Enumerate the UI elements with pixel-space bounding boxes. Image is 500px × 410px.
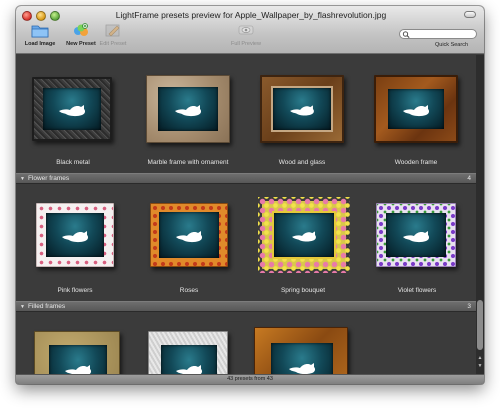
preset-label: Spring bouquet: [280, 287, 326, 294]
mouse-icon: [59, 105, 86, 117]
section-title: Flower frames: [27, 175, 70, 182]
violet-flowers-frame: [376, 203, 456, 267]
disclosure-triangle-icon[interactable]: ▼: [20, 302, 25, 312]
mouse-icon: [62, 231, 89, 243]
preset-label: Black metal: [56, 159, 90, 166]
status-bar: 43 presets from 43: [16, 374, 484, 384]
preset-label: Violet flowers: [397, 287, 437, 294]
mouse-icon: [176, 231, 203, 243]
filled-frame-3: [254, 327, 348, 374]
edit-preset-label: Edit Preset: [99, 41, 127, 47]
mouse-icon: [289, 363, 316, 374]
quick-search-field[interactable]: [399, 29, 477, 39]
title-bar: LightFrame presets preview for Apple_Wal…: [16, 6, 484, 54]
wood-and-glass-frame: [260, 75, 344, 143]
edit-preset-button[interactable]: Edit Preset: [90, 22, 136, 47]
pink-flowers-frame: [36, 203, 114, 267]
disclosure-triangle-icon[interactable]: ▼: [20, 174, 25, 184]
preset-label: Wood and glass: [278, 159, 326, 166]
mouse-icon: [175, 105, 202, 117]
quick-search-label: Quick Search: [434, 42, 468, 48]
roses-frame: [150, 203, 228, 267]
load-image-button[interactable]: Load Image: [17, 22, 63, 47]
vertical-scrollbar[interactable]: ▲ ▼: [476, 55, 484, 374]
section-count: 4: [467, 175, 471, 182]
minimize-icon[interactable]: [36, 11, 46, 21]
mouse-icon: [176, 365, 203, 374]
mouse-icon: [65, 365, 92, 374]
load-image-label: Load Image: [24, 41, 56, 47]
filled-frame-2: [148, 331, 228, 374]
scroll-down-arrow-icon[interactable]: ▼: [477, 363, 483, 369]
marble-frame: [146, 75, 230, 143]
presets-gallery: Black metal Marble frame with ornament W…: [16, 55, 476, 374]
window-title: LightFrame presets preview for Apple_Wal…: [115, 10, 387, 20]
spring-bouquet-frame: [258, 197, 350, 273]
new-preset-icon: [72, 22, 90, 38]
section-header-filled-frames[interactable]: ▼ Filled frames 3: [16, 301, 476, 312]
eye-icon: [237, 22, 255, 38]
section-header-flower-frames[interactable]: ▼ Flower frames 4: [16, 173, 476, 184]
mouse-icon: [290, 105, 314, 116]
filled-frame-1: [34, 331, 120, 374]
full-preview-label: Full Preview: [231, 41, 261, 47]
close-icon[interactable]: [22, 11, 32, 21]
mouse-icon: [292, 231, 316, 242]
scrollbar-thumb[interactable]: [477, 300, 483, 350]
section-count: 3: [467, 303, 471, 310]
preset-label: Wooden frame: [394, 159, 438, 166]
wooden-frame: [374, 75, 458, 143]
scroll-up-arrow-icon[interactable]: ▲: [477, 355, 483, 361]
mouse-icon: [403, 231, 430, 243]
preset-label: Marble frame with ornament: [147, 159, 229, 166]
app-window: LightFrame presets preview for Apple_Wal…: [16, 6, 484, 384]
preset-label: Roses: [179, 287, 199, 294]
search-icon: [402, 31, 410, 38]
mouse-icon: [403, 105, 430, 117]
edit-preset-icon: [104, 22, 122, 38]
folder-icon: [31, 22, 49, 38]
toolbar-toggle-button[interactable]: [464, 11, 476, 18]
preset-label: Pink flowers: [57, 287, 93, 294]
black-metal-frame: [32, 77, 112, 141]
zoom-icon[interactable]: [50, 11, 60, 21]
section-title: Filled frames: [27, 303, 66, 310]
search-input[interactable]: [412, 30, 472, 38]
full-preview-button[interactable]: Full Preview: [223, 22, 269, 47]
